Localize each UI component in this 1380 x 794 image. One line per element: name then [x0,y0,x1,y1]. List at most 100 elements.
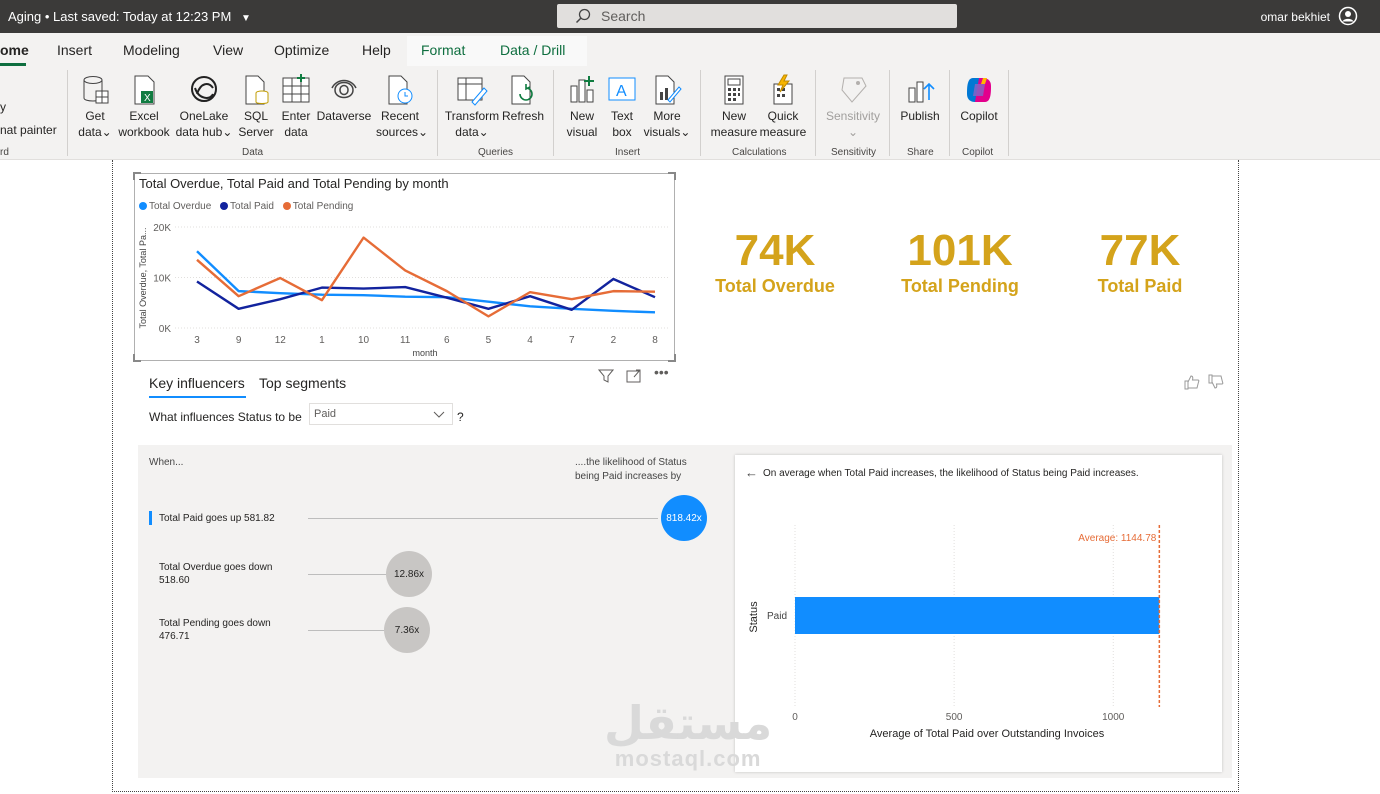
tab-modeling[interactable]: Modeling [123,42,180,58]
category-label: Paid [767,611,787,622]
watermark-arabic: مستقل [604,697,773,749]
enter-data-button[interactable]: Enter data [278,74,314,140]
status-dropdown[interactable]: Paid [309,403,453,425]
influencer-line [308,574,386,575]
tab-home[interactable]: ome [0,42,29,58]
y-tick-label: 20K [153,223,171,234]
calculations-group-label: Calculations [732,147,787,158]
save-status: Last saved: Today at 12:23 PM [53,9,232,24]
tab-key-influencers[interactable]: Key influencers [149,375,245,391]
excel-workbook-button[interactable]: X Excel workbook [117,74,171,140]
account-icon[interactable] [1338,6,1358,26]
sql-server-button[interactable]: SQL Server [237,74,275,140]
influencer-line [308,630,384,631]
format-painter-button[interactable]: nat painter [0,123,57,137]
user-name[interactable]: omar bekhiet [1261,10,1330,24]
question-mark: ? [457,410,464,424]
document-title[interactable]: Aging • Last saved: Today at 12:23 PM ▼ [8,9,251,24]
clipboard-group-label: rd [0,147,9,158]
thumbs-up-icon[interactable] [1184,374,1200,390]
influencer-item-3[interactable]: Total Pending goes down 476.71 [159,617,294,643]
more-visuals-button[interactable]: More visuals⌄ [642,74,692,140]
focus-mode-icon[interactable] [626,368,642,387]
onelake-icon [191,76,217,102]
tab-optimize[interactable]: Optimize [274,42,329,58]
x-tick-label: 11 [400,335,411,346]
x-tick-label: 9 [236,335,242,346]
onelake-data-hub-button[interactable]: OneLake data hub⌄ [174,74,234,140]
resize-handle[interactable] [668,354,676,362]
filter-icon[interactable] [597,368,615,387]
tab-top-segments[interactable]: Top segments [259,375,346,391]
tab-data-drill[interactable]: Data / Drill [500,42,565,58]
transform-data-button[interactable]: Transform data⌄ [444,74,500,140]
active-tab-indicator [149,396,246,398]
chevron-down-icon: ⌄ [418,125,429,139]
tab-insert[interactable]: Insert [57,42,92,58]
chevron-down-icon: ⌄ [101,125,112,139]
detail-bar-chart[interactable]: 0 500 1000 Average: 1144.78 Paid Status Averag… [735,455,1222,755]
tab-help[interactable]: Help [362,42,391,58]
watermark-latin: mostaql.com [614,746,762,771]
influencer-bubble-3[interactable]: 7.36x [384,607,430,653]
line-chart-plot[interactable]: 20K 10K 0K 3 9 12 1 10 11 6 5 4 7 2 8 month Total Overdu… [135,210,674,360]
calculator-icon [724,75,744,105]
tab-view[interactable]: View [213,42,243,58]
copilot-button[interactable]: Copilot [957,74,1001,124]
title-bar: Aging • Last saved: Today at 12:23 PM ▼ … [0,0,1380,33]
clipboard-copy-fragment[interactable]: y [0,100,6,114]
doc-name: Aging [8,9,42,24]
resize-handle[interactable] [133,354,141,362]
influencer-item-2[interactable]: Total Overdue goes down 518.60 [159,561,294,587]
y-tick-label: 10K [153,274,171,285]
x-tick-label: 12 [275,335,287,346]
watermark: مستقل mostaql.com [604,700,772,772]
thumbs-down-icon[interactable] [1208,374,1224,390]
x-axis-label: Average of Total Paid over Outstanding I… [870,728,1105,740]
kpi-card-total-pending[interactable]: 101K Total Pending [880,226,1040,297]
more-visuals-icon [655,75,682,105]
y-axis-label: Total Overdue, Total Pa... [138,228,148,329]
resize-handle[interactable] [133,172,141,180]
chevron-down-icon[interactable]: ▼ [241,13,251,24]
tab-format[interactable]: Format [421,42,465,58]
refresh-button[interactable]: Refresh [502,74,544,124]
search-input[interactable]: Search [557,4,957,28]
table-icon [282,74,310,103]
x-tick-label: 1 [319,335,325,346]
x-axis-label: month [412,348,437,358]
influencer-line [308,518,658,519]
new-measure-button[interactable]: New measure [710,74,758,140]
publish-icon [908,81,935,103]
kpi-label: Total Paid [1097,276,1183,296]
chevron-down-icon: ⌄ [847,125,859,139]
share-group-label: Share [907,147,934,158]
sensitivity-button[interactable]: Sensitivity ⌄ [824,74,882,140]
kpi-label: Total Pending [901,276,1019,296]
x-tick-label: 3 [194,335,200,346]
publish-button[interactable]: Publish [898,74,942,124]
dataverse-button[interactable]: Dataverse [316,74,372,124]
x-tick-label: 10 [358,335,370,346]
bar-paid [795,597,1160,634]
x-tick-label: 2 [611,335,617,346]
kpi-card-total-overdue[interactable]: 74K Total Overdue [700,226,850,297]
line-chart-visual[interactable]: Total Overdue, Total Paid and Total Pend… [133,172,676,362]
chevron-down-icon [433,411,445,418]
copilot-icon [967,78,991,102]
chevron-down-icon: ⌄ [478,125,489,139]
more-options-icon[interactable]: ••• [654,364,669,380]
kpi-card-total-paid[interactable]: 77K Total Paid [1070,226,1210,297]
influencer-bubble-1[interactable]: 818.42x [661,495,707,541]
influencer-item-1[interactable]: Total Paid goes up 581.82 [159,512,299,525]
new-visual-button[interactable]: New visual [563,74,601,140]
quick-measure-button[interactable]: Quick measure [759,74,807,140]
text-box-button[interactable]: A Text box [605,74,639,140]
get-data-button[interactable]: Get data⌄ [76,74,114,140]
influencer-bubble-2[interactable]: 12.86x [386,551,432,597]
chart-title: Total Overdue, Total Paid and Total Pend… [139,176,449,191]
resize-handle[interactable] [668,172,676,180]
queries-group-label: Queries [478,147,514,158]
x-tick-label: 8 [652,335,658,346]
recent-sources-button[interactable]: Recent sources⌄ [376,74,428,140]
